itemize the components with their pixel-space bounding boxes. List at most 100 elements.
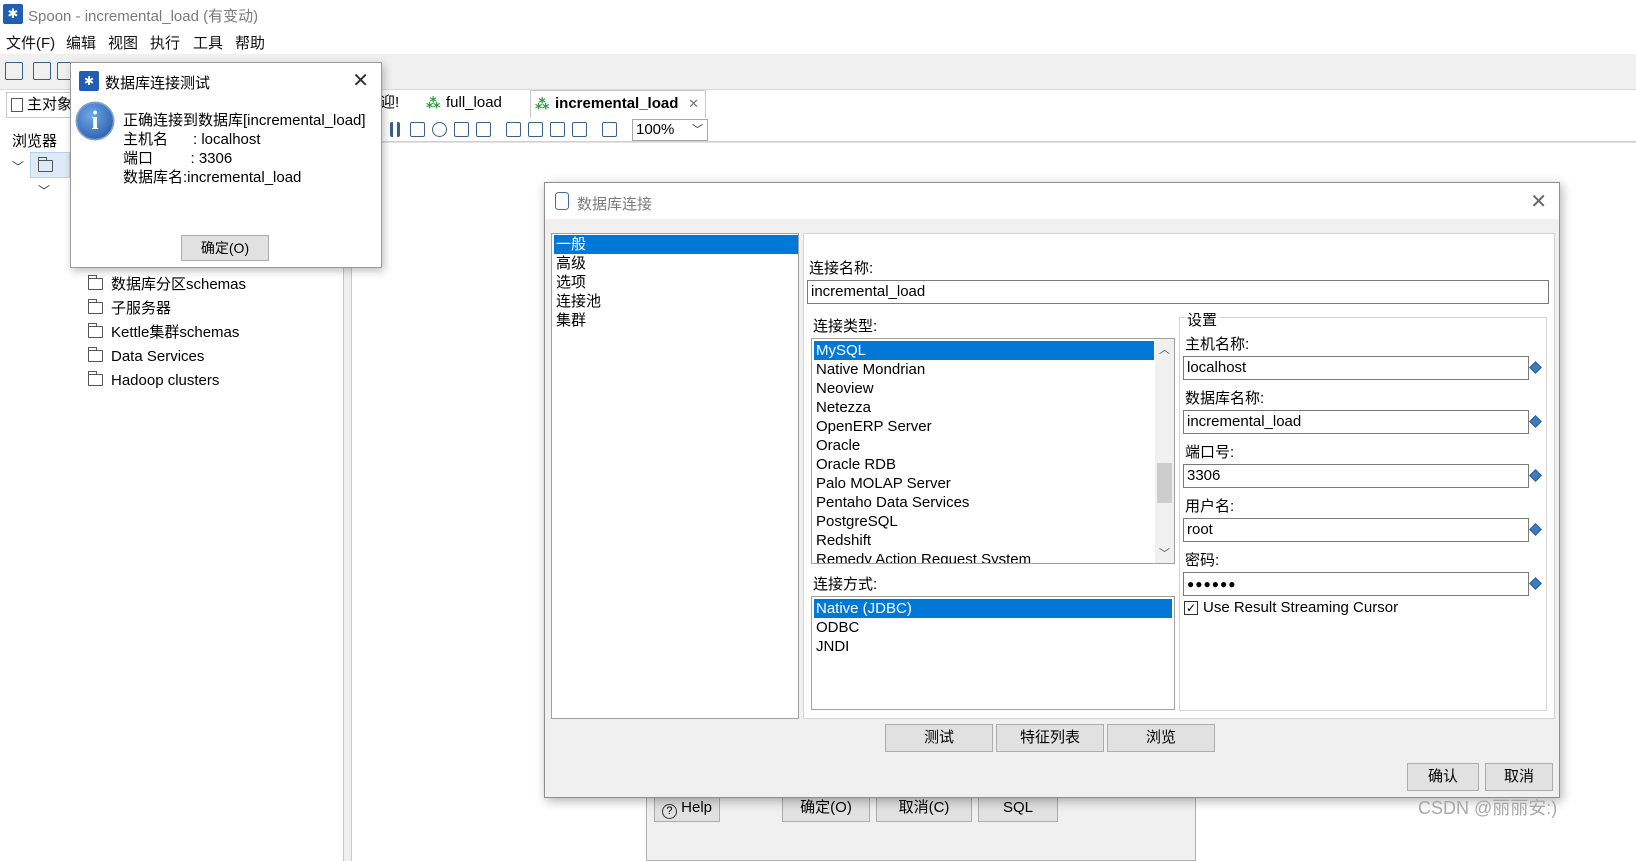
open-file-icon[interactable] xyxy=(33,62,51,80)
streaming-cursor-checkbox[interactable]: ✓ xyxy=(1184,601,1198,615)
confirm-button[interactable]: 确认 xyxy=(1407,763,1479,791)
explore-db-icon[interactable] xyxy=(572,122,587,137)
new-file-icon[interactable] xyxy=(5,62,23,80)
connection-type-scrollbar[interactable]: ︿ ﹀ xyxy=(1155,339,1174,563)
menu-edit[interactable]: 编辑 xyxy=(66,32,96,53)
connection-type-item[interactable]: Netezza xyxy=(814,398,871,417)
connection-type-label: 连接类型: xyxy=(813,318,878,335)
tab-incremental-load[interactable]: ⁂ incremental_load ✕ xyxy=(530,90,706,118)
transformation-icon: ⁂ xyxy=(535,96,550,112)
tree-item-partition-schemas[interactable]: 数据库分区schemas xyxy=(88,274,246,296)
ok-button[interactable]: 确定(O) xyxy=(181,235,269,261)
connection-type-item[interactable]: OpenERP Server xyxy=(814,417,932,436)
tree-item-data-services[interactable]: Data Services xyxy=(88,346,204,368)
category-options[interactable]: 选项 xyxy=(554,273,586,292)
category-pooling[interactable]: 连接池 xyxy=(554,292,601,311)
test-button[interactable]: 测试 xyxy=(885,724,993,752)
replay-icon[interactable] xyxy=(476,122,491,137)
zoom-select[interactable]: 100% ﹀ xyxy=(632,119,708,141)
menu-file[interactable]: 文件(F) xyxy=(6,32,55,53)
message-line: 数据库名:incremental_load xyxy=(123,169,302,186)
menu-bar: 文件(F) 编辑 视图 执行 工具 帮助 xyxy=(0,28,1636,54)
database-name-label: 数据库名称: xyxy=(1185,390,1265,407)
connection-type-item[interactable]: Redshift xyxy=(814,531,871,550)
connection-type-item[interactable]: Oracle RDB xyxy=(814,455,896,474)
pause-icon[interactable] xyxy=(390,122,400,137)
menu-help[interactable]: 帮助 xyxy=(235,32,265,53)
connection-type-item[interactable]: PostgreSQL xyxy=(814,512,898,531)
access-method-item[interactable]: Native (JDBC) xyxy=(814,599,1172,618)
spoon-app-icon: ✱ xyxy=(3,4,23,24)
port-label: 端口号: xyxy=(1185,444,1235,461)
tab-browser[interactable]: 浏览器 xyxy=(12,130,57,151)
connection-type-item[interactable]: Native Mondrian xyxy=(814,360,925,379)
underlying-sql-button[interactable]: SQL xyxy=(978,794,1058,822)
align-icon[interactable] xyxy=(602,122,617,137)
folder-icon xyxy=(88,275,103,290)
folder-icon xyxy=(38,157,53,172)
tree-item-slave-servers[interactable]: 子服务器 xyxy=(88,298,171,320)
category-clustering[interactable]: 集群 xyxy=(554,311,586,330)
transformation-icon: ⁂ xyxy=(426,95,441,111)
database-name-input[interactable]: incremental_load xyxy=(1183,410,1529,434)
access-method-item[interactable]: ODBC xyxy=(814,618,859,637)
spoon-app-icon: ✱ xyxy=(79,71,99,91)
preview-icon[interactable] xyxy=(432,122,447,137)
connection-type-item[interactable]: Pentaho Data Services xyxy=(814,493,969,512)
port-input[interactable]: 3306 xyxy=(1183,464,1529,488)
close-icon[interactable]: ✕ xyxy=(1530,189,1547,214)
checkmark-icon: ✓ xyxy=(1185,601,1197,615)
chevron-down-icon[interactable]: ﹀ xyxy=(1155,545,1174,561)
stop-icon[interactable] xyxy=(410,122,425,137)
help-button[interactable]: ? Help xyxy=(654,794,720,822)
underlying-cancel-button[interactable]: 取消(C) xyxy=(876,794,972,822)
chevron-up-icon[interactable]: ︿ xyxy=(1155,341,1174,357)
connection-type-item[interactable]: Palo MOLAP Server xyxy=(814,474,951,493)
host-label: 主机名称: xyxy=(1185,336,1250,353)
category-advanced[interactable]: 高级 xyxy=(554,254,586,273)
underlying-ok-button[interactable]: 确定(O) xyxy=(782,794,870,822)
close-tab-icon[interactable]: ✕ xyxy=(688,91,699,117)
verify-icon[interactable] xyxy=(506,122,521,137)
username-input[interactable]: root xyxy=(1183,518,1529,542)
password-input[interactable]: ●●●●●● xyxy=(1183,572,1529,596)
sql-icon[interactable] xyxy=(550,122,565,137)
explore-button[interactable]: 浏览 xyxy=(1107,724,1215,752)
menu-run[interactable]: 执行 xyxy=(150,32,180,53)
chevron-down-icon[interactable]: ﹀ xyxy=(38,182,50,199)
close-icon[interactable]: ✕ xyxy=(352,68,369,93)
feature-list-button[interactable]: 特征列表 xyxy=(996,724,1104,752)
folder-icon xyxy=(88,347,103,362)
connection-type-item[interactable]: Neoview xyxy=(814,379,874,398)
tab-main-objects[interactable]: 主对象 xyxy=(6,92,74,118)
streaming-cursor-label: Use Result Streaming Cursor xyxy=(1203,599,1399,616)
host-input[interactable]: localhost xyxy=(1183,356,1529,380)
connection-test-dialog: ✱ 数据库连接测试 ✕ i 正确连接到数据库[incremental_load]… xyxy=(70,62,382,268)
cancel-button[interactable]: 取消 xyxy=(1485,763,1553,791)
username-label: 用户名: xyxy=(1185,498,1235,515)
folder-icon xyxy=(88,323,103,338)
access-method-label: 连接方式: xyxy=(813,576,878,593)
connection-type-item[interactable]: Oracle xyxy=(814,436,860,455)
category-general[interactable]: 一般 xyxy=(554,235,798,254)
debug-icon[interactable] xyxy=(454,122,469,137)
menu-view[interactable]: 视图 xyxy=(108,32,138,53)
settings-group-label: 设置 xyxy=(1185,309,1220,330)
connection-name-label: 连接名称: xyxy=(809,260,874,277)
connection-type-item[interactable]: Remedy Action Request System xyxy=(814,550,1031,563)
connection-name-input[interactable]: incremental_load xyxy=(807,280,1549,304)
window-title: Spoon - incremental_load (有变动) xyxy=(28,8,259,25)
menu-tools[interactable]: 工具 xyxy=(193,32,223,53)
connection-type-list: MySQL Native Mondrian Neoview Netezza Op… xyxy=(811,338,1175,564)
chevron-down-icon[interactable]: ﹀ xyxy=(12,158,24,175)
scrollbar-thumb[interactable] xyxy=(1157,463,1172,503)
tree-item-cluster-schemas[interactable]: Kettle集群schemas xyxy=(88,322,239,344)
connection-type-item[interactable]: MySQL xyxy=(814,341,1154,360)
category-list: 一般 高级 选项 连接池 集群 xyxy=(551,233,799,719)
tab-full-load[interactable]: ⁂ full_load xyxy=(426,90,502,118)
database-connection-dialog: 数据库连接 ✕ 一般 高级 选项 连接池 集群 连接名称: incrementa… xyxy=(544,182,1560,798)
tree-item-hadoop-clusters[interactable]: Hadoop clusters xyxy=(88,370,219,392)
impact-icon[interactable] xyxy=(528,122,543,137)
access-method-item[interactable]: JNDI xyxy=(814,637,849,656)
message-line: 主机名 : localhost xyxy=(123,131,261,148)
